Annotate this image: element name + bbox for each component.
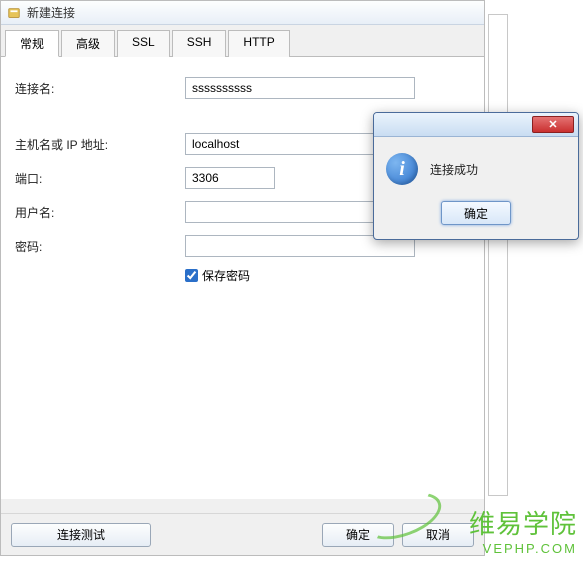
host-label: 主机名或 IP 地址:	[15, 136, 185, 153]
new-connection-dialog: 新建连接 常规 高级 SSL SSH HTTP 连接名: 主机名或 IP 地址:…	[0, 0, 485, 556]
message-box: ✕ i 连接成功 确定	[373, 112, 579, 240]
message-ok-button[interactable]: 确定	[441, 201, 511, 225]
message-box-footer: 确定	[374, 195, 578, 235]
tabs-bar: 常规 高级 SSL SSH HTTP	[1, 25, 484, 57]
username-label: 用户名:	[15, 204, 185, 221]
connection-name-label: 连接名:	[15, 80, 185, 97]
close-button[interactable]: ✕	[532, 116, 574, 133]
port-label: 端口:	[15, 170, 185, 187]
port-input[interactable]	[185, 167, 275, 189]
dialog-titlebar: 新建连接	[1, 1, 484, 25]
password-label: 密码:	[15, 238, 185, 255]
message-box-titlebar: ✕	[374, 113, 578, 137]
tab-advanced[interactable]: 高级	[61, 30, 115, 57]
close-icon: ✕	[548, 118, 557, 131]
tab-http[interactable]: HTTP	[228, 30, 289, 57]
connection-name-input[interactable]	[185, 77, 415, 99]
info-icon: i	[386, 153, 418, 185]
background-panel-edge	[488, 14, 508, 496]
test-connection-button[interactable]: 连接测试	[11, 523, 151, 547]
tab-ssh[interactable]: SSH	[172, 30, 227, 57]
tab-general[interactable]: 常规	[5, 30, 59, 57]
save-password-checkbox[interactable]	[185, 269, 198, 282]
save-password-label: 保存密码	[202, 267, 250, 284]
message-text: 连接成功	[430, 161, 478, 178]
message-box-body: i 连接成功	[374, 137, 578, 195]
tab-ssl[interactable]: SSL	[117, 30, 170, 57]
watermark: 维易学院 VEPHP.COM	[469, 504, 577, 556]
watermark-text: 维易学院	[469, 504, 577, 541]
dialog-title: 新建连接	[27, 4, 75, 21]
watermark-url: VEPHP.COM	[469, 541, 577, 556]
app-icon	[7, 6, 21, 20]
